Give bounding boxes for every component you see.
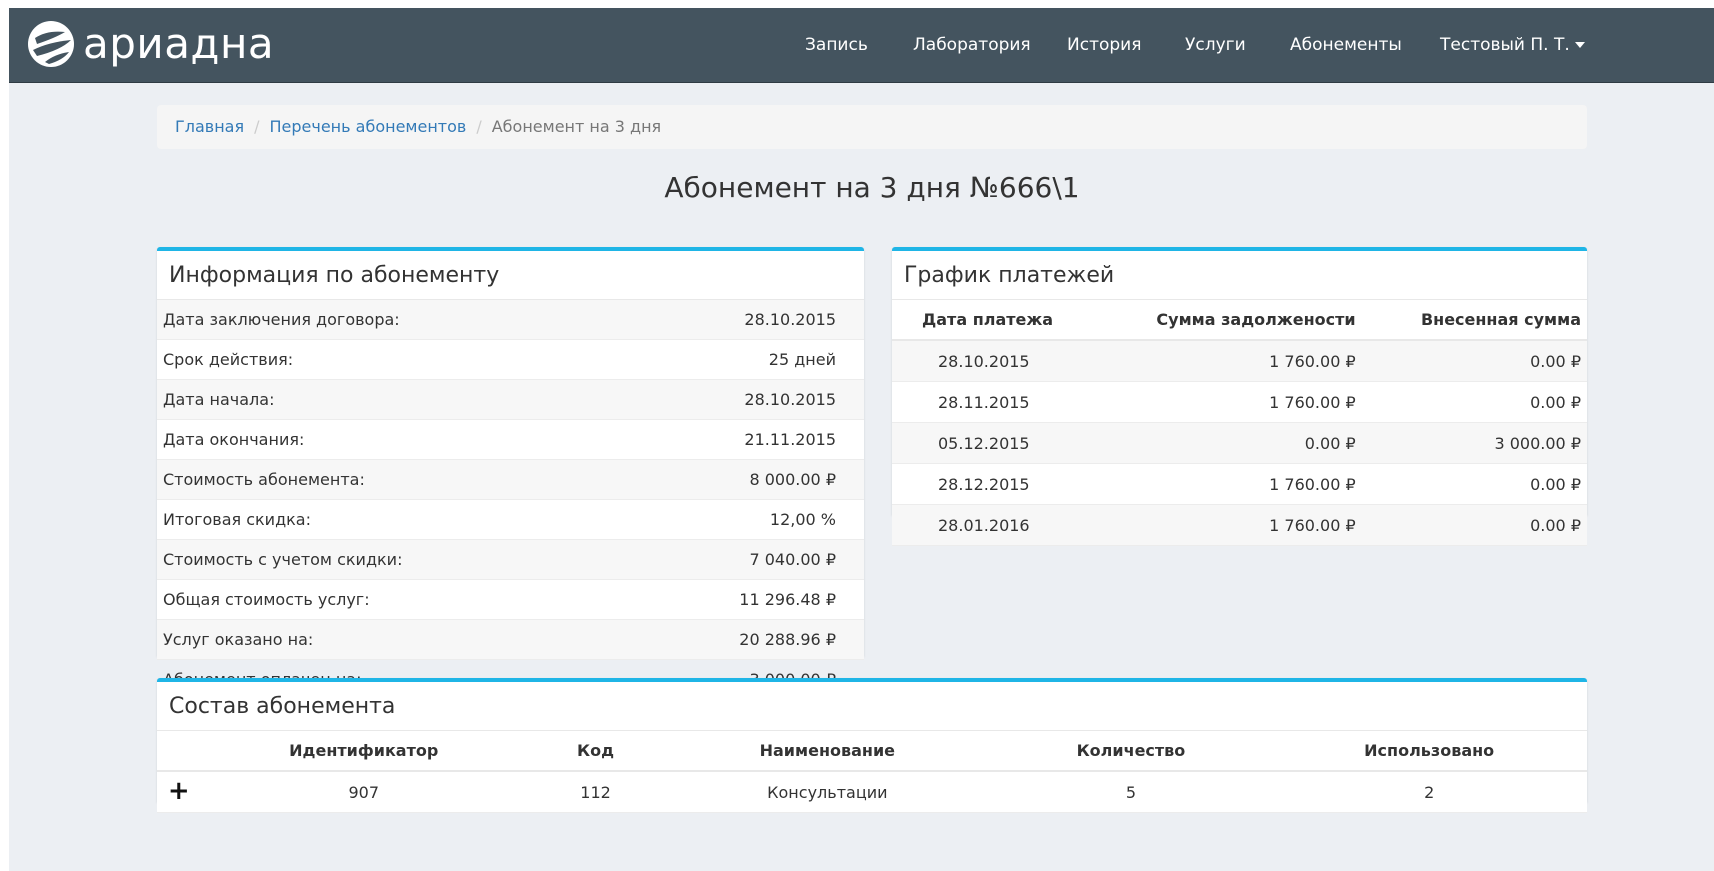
info-row: Дата окончания: 21.11.2015 [157,420,864,460]
info-row: Общая стоимость услуг: 11 296.48 ₽ [157,580,864,620]
info-value: 20 288.96 ₽ [739,630,836,649]
debt-amount-cell: 1 760.00 ₽ [1097,463,1376,505]
nav-item-appointment[interactable]: Запись [805,8,868,82]
payment-date-cell: 05.12.2015 [892,422,1098,464]
info-row: Стоимость абонемента: 8 000.00 ₽ [157,460,864,500]
panel-title: Состав абонемента [157,682,1587,731]
info-label: Стоимость с учетом скидки: [163,550,403,569]
info-row: Дата начала: 28.10.2015 [157,380,864,420]
nav-item-history[interactable]: История [1067,8,1141,82]
info-label: Услуг оказано на: [163,630,314,649]
paid-amount-cell: 0.00 ₽ [1375,504,1587,546]
column-header-name: Наименование [664,731,991,772]
breadcrumb-separator: / [254,117,260,136]
table-row: +907 112 Консультации 5 2 [157,771,1587,813]
subscription-composition-panel: Состав абонемента Идентификатор Код Наим… [157,678,1587,813]
info-row: Дата заключения договора: 28.10.2015 [157,300,864,340]
breadcrumb-list-link[interactable]: Перечень абонементов [270,117,467,136]
paid-amount-cell: 0.00 ₽ [1375,381,1587,423]
payment-date-cell: 28.01.2016 [892,504,1098,546]
table-row: 28.12.2015 1 760.00 ₽0.00 ₽ [892,463,1587,505]
info-row: Стоимость с учетом скидки: 7 040.00 ₽ [157,540,864,580]
info-label: Итоговая скидка: [163,510,311,529]
column-header-payment-date: Дата платежа [892,300,1098,341]
globe-logo-icon [28,21,74,67]
info-value: 8 000.00 ₽ [749,470,836,489]
debt-amount-cell: 0.00 ₽ [1097,422,1376,464]
paid-amount-cell: 3 000.00 ₽ [1375,422,1587,464]
breadcrumb-separator: / [476,117,482,136]
code-cell: 112 [526,771,665,813]
nav-item-laboratory[interactable]: Лаборатория [913,8,1031,82]
info-row: Итоговая скидка: 12,00 % [157,500,864,540]
identifier-cell: 907 [200,771,527,813]
brand-logo[interactable]: ариадна [25,16,274,72]
breadcrumb: Главная / Перечень абонементов / Абонемент н… [157,105,1587,149]
top-navbar: ариадна Запись Лаборатория История Услуг… [9,8,1714,83]
expand-cell: + [157,771,201,813]
subscription-info-panel: Информация по абонементу Дата заключения… [157,247,864,689]
info-label: Дата заключения договора: [163,310,400,329]
user-menu[interactable]: Тестовый П. Т. [1440,8,1585,82]
info-value: 28.10.2015 [744,390,836,409]
column-header-debt-amount: Сумма задолжености [1097,300,1376,341]
payment-date-cell: 28.11.2015 [892,381,1098,423]
info-value: 7 040.00 ₽ [749,550,836,569]
column-header-quantity: Количество [990,731,1272,772]
panel-title: График платежей [892,251,1587,300]
app-frame: ариадна Запись Лаборатория История Услуг… [9,8,1714,871]
payment-schedule-panel: График платежей Дата платежа Сумма задол… [892,247,1587,546]
table-row: 28.10.2015 1 760.00 ₽0.00 ₽ [892,340,1587,382]
expand-plus-icon[interactable]: + [168,778,190,804]
debt-amount-cell: 1 760.00 ₽ [1097,340,1376,382]
panel-title: Информация по абонементу [157,251,864,300]
info-value: 12,00 % [769,510,836,529]
table-row: 28.01.2016 1 760.00 ₽0.00 ₽ [892,504,1587,546]
info-list: Дата заключения договора: 28.10.2015 Срок … [157,300,864,699]
table-row: 28.11.2015 1 760.00 ₽0.00 ₽ [892,381,1587,423]
table-row: 05.12.2015 0.00 ₽3 000.00 ₽ [892,422,1587,464]
quantity-cell: 5 [990,771,1272,813]
user-name: Тестовый П. Т. [1440,35,1570,55]
payment-date-cell: 28.12.2015 [892,463,1098,505]
column-header-code: Код [526,731,665,772]
table-header-row: Дата платежа Сумма задолжености Внесенна… [892,300,1587,341]
info-label: Стоимость абонемента: [163,470,365,489]
nav-item-subscriptions[interactable]: Абонементы [1290,8,1402,82]
composition-table: Идентификатор Код Наименование Количеств… [157,731,1587,813]
column-header-expand [157,731,201,772]
info-value: 21.11.2015 [744,430,836,449]
info-value: 28.10.2015 [744,310,836,329]
page-title: Абонемент на 3 дня №666\1 [664,171,1080,204]
payment-schedule-table: Дата платежа Сумма задолжености Внесенна… [892,300,1587,546]
used-cell: 2 [1271,771,1587,813]
column-header-used: Использовано [1271,731,1587,772]
info-label: Срок действия: [163,350,294,369]
info-row: Услуг оказано на: 20 288.96 ₽ [157,620,864,660]
paid-amount-cell: 0.00 ₽ [1375,340,1587,382]
column-header-paid-amount: Внесенная сумма [1375,300,1587,341]
paid-amount-cell: 0.00 ₽ [1375,463,1587,505]
column-header-identifier: Идентификатор [200,731,527,772]
name-cell: Консультации [664,771,991,813]
info-row: Срок действия: 25 дней [157,340,864,380]
info-label: Дата окончания: [163,430,305,449]
nav-item-services[interactable]: Услуги [1185,8,1246,82]
table-header-row: Идентификатор Код Наименование Количеств… [157,731,1587,772]
caret-down-icon [1574,42,1585,48]
debt-amount-cell: 1 760.00 ₽ [1097,504,1376,546]
info-label: Дата начала: [163,390,275,409]
breadcrumb-home-link[interactable]: Главная [175,117,244,136]
info-value: 25 дней [768,350,836,369]
info-label: Общая стоимость услуг: [163,590,370,609]
debt-amount-cell: 1 760.00 ₽ [1097,381,1376,423]
payment-date-cell: 28.10.2015 [892,340,1098,382]
breadcrumb-current: Абонемент на 3 дня [491,117,662,136]
info-value: 11 296.48 ₽ [739,590,836,609]
brand-name: ариадна [83,19,275,68]
